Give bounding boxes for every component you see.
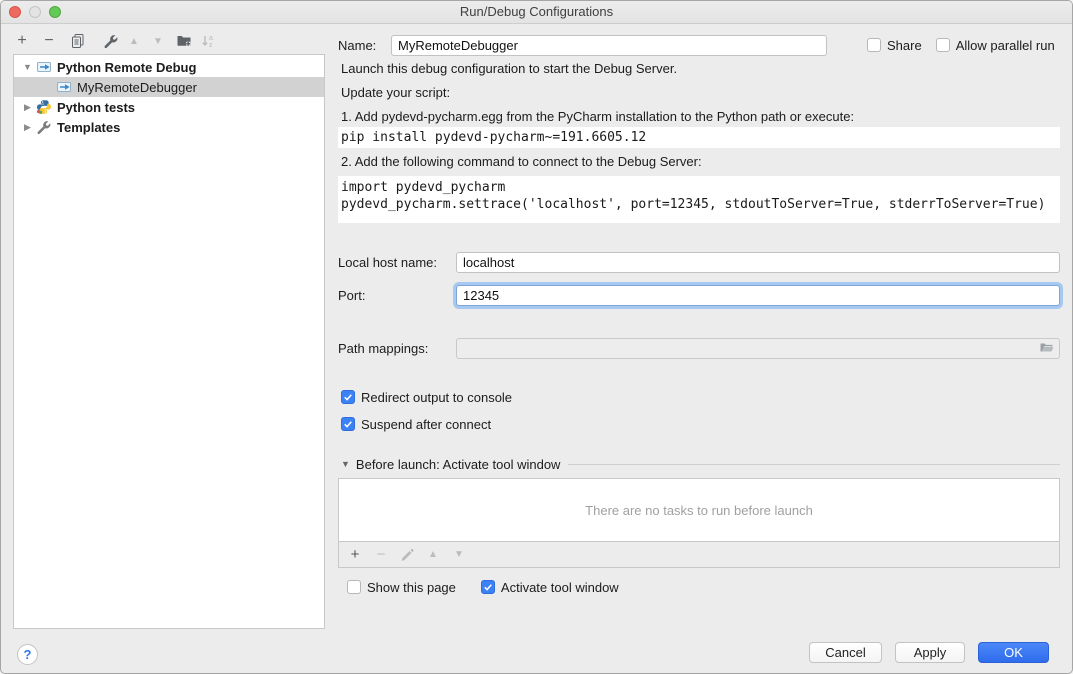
sort-alphabetically-icon: az [198,31,218,51]
task-up-icon: ▲ [425,547,441,563]
chevron-down-icon[interactable]: ▼ [341,459,350,469]
path-mappings-label: Path mappings: [338,341,448,356]
configurations-tree: ▼ Python Remote Debug MyRemoteDebugger ▶… [13,54,325,629]
pip-command-block: pip install pydevd-pycharm~=191.6605.12 [338,127,1060,148]
tree-item-templates[interactable]: ▶ Templates [14,117,324,137]
tree-item-label: Python tests [57,100,135,115]
name-input[interactable] [391,35,827,56]
tree-item-label: MyRemoteDebugger [77,80,197,95]
ok-button[interactable]: OK [978,642,1049,663]
step1-text: 1. Add pydevd-pycharm.egg from the PyCha… [341,109,854,124]
localhost-label: Local host name: [338,255,448,270]
browse-folder-icon[interactable] [1039,340,1055,356]
tree-item-label: Templates [57,120,120,135]
activate-tool-window-checkbox[interactable] [481,580,495,594]
localhost-input[interactable] [456,252,1060,273]
edit-task-icon [399,547,415,563]
chevron-right-icon[interactable]: ▶ [21,122,34,133]
section-divider [568,464,1060,465]
run-debug-configurations-dialog: Run/Debug Configurations + − ▲ ▼ az ▼ Py… [0,0,1073,674]
activate-tool-window-label: Activate tool window [501,580,619,595]
step2-text: 2. Add the following command to connect … [341,154,702,169]
path-mappings-input[interactable] [456,338,1060,359]
localhost-row: Local host name: [338,250,1060,274]
chevron-down-icon[interactable]: ▼ [21,62,34,72]
task-down-icon: ▼ [451,547,467,563]
move-down-icon: ▼ [148,31,168,51]
title-bar: Run/Debug Configurations [1,1,1072,24]
before-launch-task-list[interactable]: There are no tasks to run before launch [338,478,1060,542]
share-label: Share [887,38,922,53]
port-input[interactable] [456,285,1060,306]
wrench-icon [36,119,52,135]
share-checkbox[interactable] [867,38,881,52]
help-button[interactable]: ? [17,644,38,665]
remote-debug-icon [56,79,72,95]
path-mappings-row: Path mappings: [338,336,1060,360]
page-options-row: Show this page Activate tool window [347,579,619,595]
port-row: Port: [338,283,1060,307]
no-tasks-text: There are no tasks to run before launch [585,503,813,518]
copy-icon[interactable] [68,31,88,51]
name-label: Name: [338,38,383,53]
tree-item-myremotedebugger[interactable]: MyRemoteDebugger [14,77,324,97]
svg-text:a: a [209,35,213,42]
help-icon: ? [24,647,32,662]
pip-command: pip install pydevd-pycharm~=191.6605.12 [338,130,646,145]
suspend-after-connect-label: Suspend after connect [361,417,491,432]
remove-task-icon: − [373,547,389,563]
cancel-button[interactable]: Cancel [809,642,882,663]
before-launch-header[interactable]: ▼ Before launch: Activate tool window [341,456,1060,472]
before-launch-title: Before launch: Activate tool window [356,457,561,472]
add-icon[interactable]: + [12,31,32,51]
python-tests-icon [36,99,52,115]
code-line-2: pydevd_pycharm.settrace('localhost', por… [338,196,1060,213]
update-script-text: Update your script: [341,85,450,100]
new-folder-icon[interactable] [174,31,194,51]
intro-text: Launch this debug configuration to start… [341,61,677,76]
show-this-page-checkbox[interactable] [347,580,361,594]
port-label: Port: [338,288,448,303]
suspend-after-connect-checkbox[interactable] [341,417,355,431]
remote-debug-icon [36,59,52,75]
add-task-icon[interactable]: + [347,547,363,563]
move-up-icon: ▲ [124,31,144,51]
allow-parallel-run-label: Allow parallel run [956,38,1055,53]
tree-item-python-tests[interactable]: ▶ Python tests [14,97,324,117]
chevron-right-icon[interactable]: ▶ [21,102,34,113]
settrace-code-block: import pydevd_pycharm pydevd_pycharm.set… [338,176,1060,223]
redirect-output-checkbox[interactable] [341,390,355,404]
redirect-output-label: Redirect output to console [361,390,512,405]
suspend-after-connect-row[interactable]: Suspend after connect [341,416,491,432]
tree-item-python-remote-debug[interactable]: ▼ Python Remote Debug [14,57,324,77]
svg-text:z: z [209,42,213,49]
tree-item-label: Python Remote Debug [57,60,196,75]
edit-templates-wrench-icon[interactable] [101,31,121,51]
before-launch-toolbar: + − ▲ ▼ [338,542,1060,568]
apply-button[interactable]: Apply [895,642,965,663]
name-row: Name: Share Allow parallel run [338,33,1068,57]
redirect-output-row[interactable]: Redirect output to console [341,389,512,405]
show-this-page-label: Show this page [367,580,456,595]
remove-icon[interactable]: − [39,31,59,51]
window-title: Run/Debug Configurations [1,1,1072,23]
code-line-1: import pydevd_pycharm [338,179,1060,196]
allow-parallel-run-checkbox[interactable] [936,38,950,52]
